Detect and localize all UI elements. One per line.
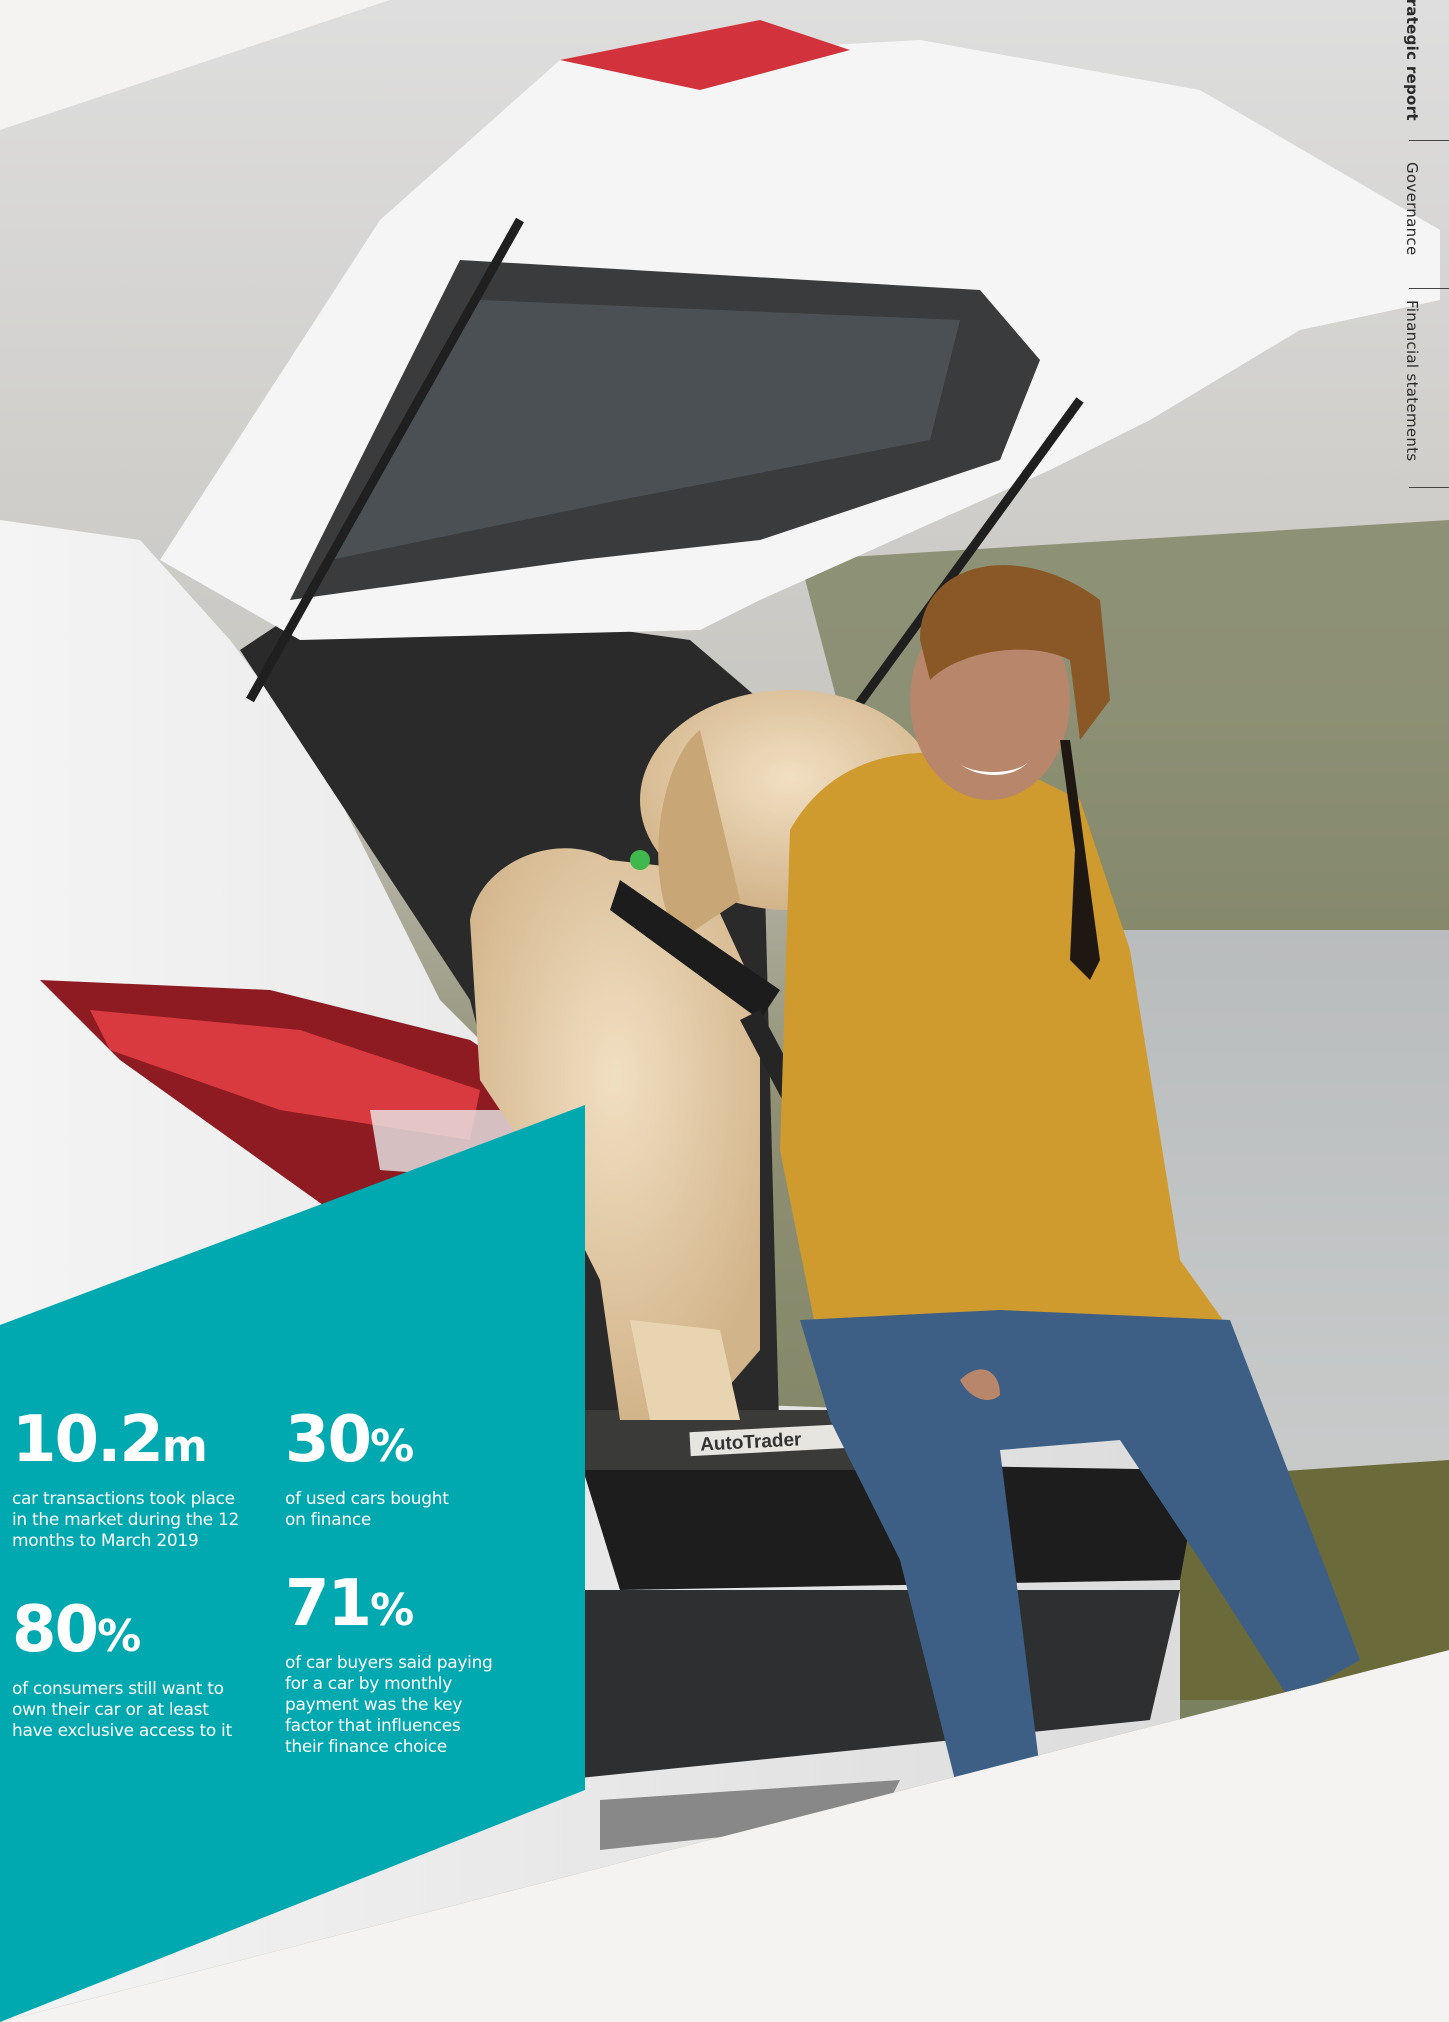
tab-financial-statements[interactable]: Financial statements (1403, 300, 1421, 462)
nav-divider (1409, 140, 1449, 141)
nav-divider (1409, 288, 1449, 289)
tab-strategic-report[interactable]: Strategic report (1403, 0, 1421, 121)
tab-governance[interactable]: Governance (1403, 162, 1421, 256)
nav-divider (1409, 487, 1449, 488)
section-nav: Strategic report Governance Financial st… (1379, 0, 1449, 500)
stats-panel-shape (0, 1105, 585, 2022)
